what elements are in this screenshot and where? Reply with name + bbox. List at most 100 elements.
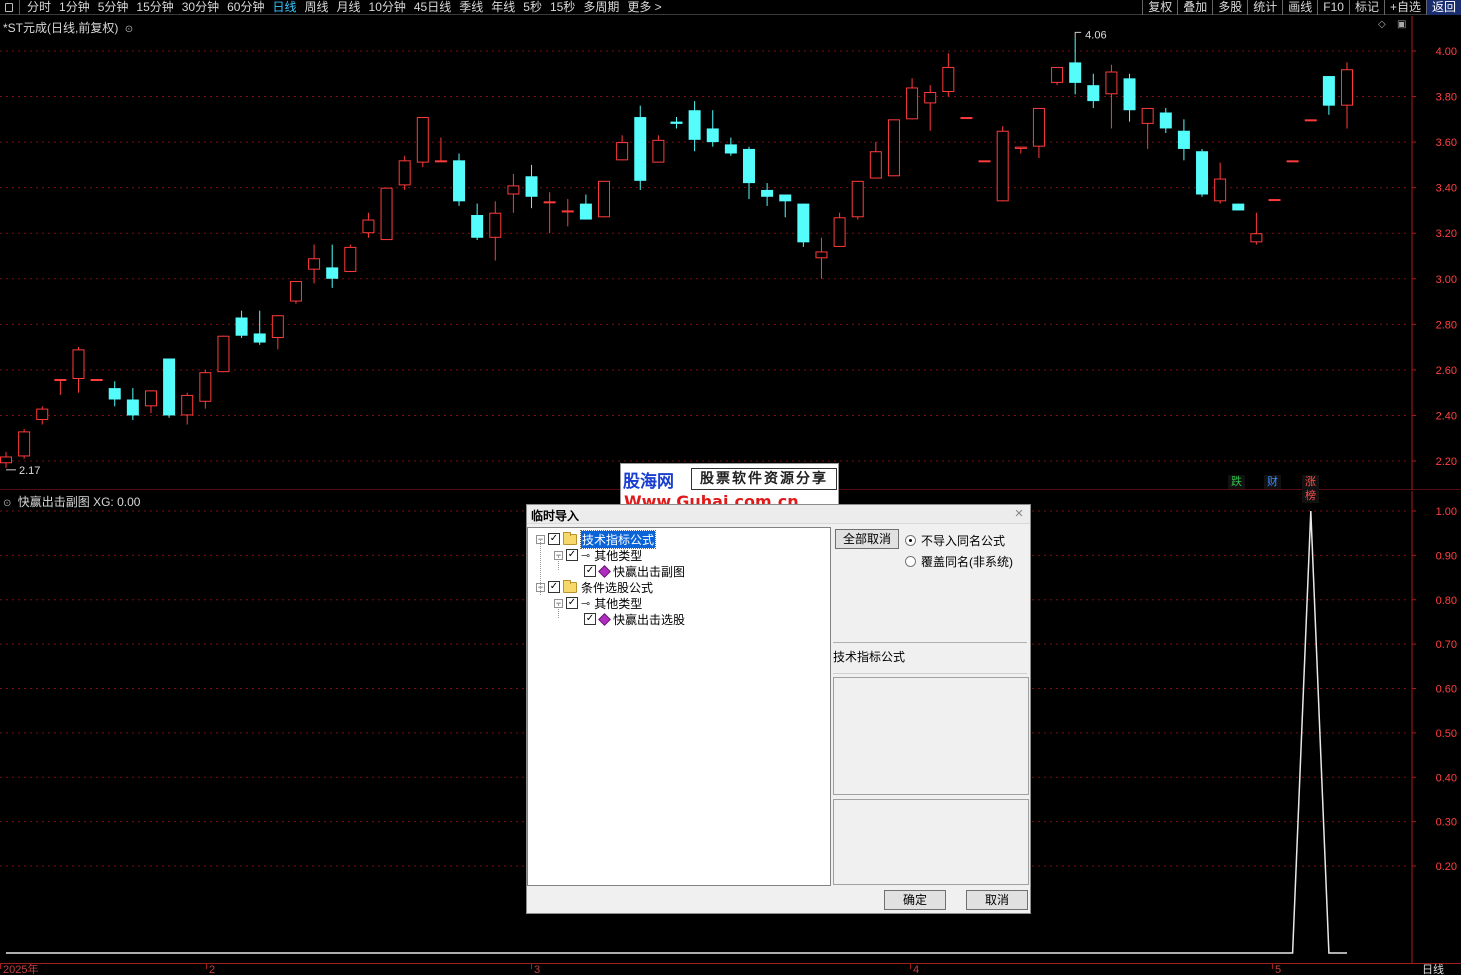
candle [1322, 76, 1335, 115]
candle [670, 117, 683, 129]
candle-body [289, 281, 302, 302]
candle [144, 390, 157, 414]
toolbar-button[interactable]: 返回 [1425, 0, 1461, 15]
dialog-titlebar[interactable]: 临时导入 × [527, 505, 1030, 524]
low-marker-label: 2.17 [19, 465, 40, 477]
badge[interactable]: 财 [1264, 475, 1281, 489]
checkbox[interactable]: ✓ [548, 533, 560, 545]
price-tick-label: 2.60 [1436, 365, 1457, 377]
close-icon[interactable]: × [1011, 506, 1027, 522]
radio-unselected-icon[interactable] [905, 556, 916, 567]
candle [815, 237, 828, 279]
period-tab[interactable]: 分时 [27, 0, 51, 14]
cancel-button[interactable]: 取消 [966, 890, 1028, 910]
candle-body [869, 151, 882, 179]
period-tab[interactable]: 5秒 [523, 0, 542, 14]
period-tab[interactable]: 月线 [337, 0, 361, 14]
tree-node[interactable]: − ✓ 技术指标公式 [536, 529, 657, 549]
toolbar-button[interactable]: 标记 [1348, 0, 1384, 15]
toolbar-button[interactable]: 统计 [1247, 0, 1282, 15]
candle [181, 392, 194, 425]
tree-label: 其他类型 [594, 548, 643, 563]
checkbox[interactable]: ✓ [584, 565, 596, 577]
candle-body [561, 210, 574, 213]
period-tabs: 分时 1分钟 5分钟 15分钟 30分钟 60分钟 日线 周线 月线 10分钟 45日线 季线 年线 5秒… [27, 0, 670, 14]
option-skip-duplicates[interactable]: 不导入同名公式 [905, 532, 1005, 549]
option-overwrite-label: 覆盖同名(非系统) [921, 555, 1013, 569]
period-tab[interactable]: 5分钟 [98, 0, 129, 14]
date-tick [910, 964, 911, 969]
candle-body [1069, 62, 1082, 83]
ok-button[interactable]: 确定 [884, 890, 946, 910]
date-label: 4 [913, 964, 920, 975]
period-tab[interactable]: 1分钟 [59, 0, 90, 14]
period-tab[interactable]: 10分钟 [369, 0, 406, 14]
candle-body [144, 390, 157, 407]
main-chart[interactable]: 2.20 2.40 2.60 2.80 3.00 3.20 3.40 3.60 3.80 4.00… [0, 16, 1461, 490]
candle-body [90, 379, 103, 381]
date-label: 2025年 [3, 964, 39, 975]
candle [1177, 119, 1190, 161]
candle-body [326, 267, 339, 279]
price-tick-label: 3.60 [1436, 137, 1457, 149]
date-tick [531, 964, 532, 969]
candle-body [398, 160, 411, 186]
toolbar-button[interactable]: 复权 [1142, 0, 1177, 15]
period-tab[interactable]: 30分钟 [182, 0, 219, 14]
checkbox[interactable]: ✓ [566, 597, 578, 609]
period-tab[interactable]: 周线 [304, 0, 328, 14]
candle [126, 388, 139, 420]
toolbar-button[interactable]: 多股 [1212, 0, 1247, 15]
toolbar-button[interactable]: 画线 [1282, 0, 1317, 15]
indicator-dropdown-icon[interactable]: ⊙ [3, 498, 11, 509]
candle [54, 379, 67, 395]
period-tab[interactable]: 年线 [491, 0, 515, 14]
period-tab[interactable]: 60分钟 [227, 0, 264, 14]
price-tick-label: 2.80 [1436, 319, 1457, 331]
candle-body [217, 335, 230, 373]
chart-dropdown-icon[interactable]: ⊙ [125, 24, 133, 35]
tree-label: 快赢出击副图 [613, 564, 686, 579]
candle-body [1304, 119, 1317, 122]
candle-body [1032, 107, 1045, 147]
badge[interactable]: 跌 [1228, 475, 1245, 489]
candle-body [634, 117, 647, 181]
candle-body [108, 388, 121, 400]
window-icon[interactable]: ▣ [1397, 19, 1406, 30]
tree-line [558, 556, 559, 570]
tree-node[interactable]: ✓ 快赢出击副图 [572, 563, 685, 579]
period-tab[interactable]: 日线 [272, 0, 296, 14]
diamond-icon[interactable]: ◇ [1378, 19, 1386, 30]
candle-body [960, 117, 973, 120]
price-tick-label: 2.40 [1436, 410, 1457, 422]
period-tab[interactable]: 多周期 [583, 0, 619, 14]
tree-node[interactable]: − ✓ 条件选股公式 [536, 579, 653, 595]
indicator-tick-label: 1.00 [1436, 506, 1457, 518]
period-tab[interactable]: 更多 > [627, 0, 661, 14]
toolbar-button[interactable]: 叠加 [1177, 0, 1212, 15]
tree-node[interactable]: − ✓ ⊸ 其他类型 [554, 547, 642, 563]
period-tab[interactable]: 15分钟 [136, 0, 173, 14]
formula-tree[interactable]: − ✓ 技术指标公式 − ✓ ⊸ 其他类型 ✓ 快赢出击副图 − ✓ 条件选股公式 − ✓ ⊸ 其他类型 ✓ 快赢… [527, 527, 831, 886]
tree-node[interactable]: ✓ 快赢出击选股 [572, 611, 685, 627]
candle-body [1141, 107, 1154, 124]
period-tab[interactable]: 季线 [459, 0, 483, 14]
date-label: 3 [534, 964, 541, 975]
period-tab[interactable]: 45日线 [414, 0, 451, 14]
candle [1250, 212, 1263, 245]
candle [453, 153, 466, 206]
checkbox[interactable]: ✓ [566, 549, 578, 561]
checkbox[interactable]: ✓ [548, 581, 560, 593]
date-tick [0, 964, 1, 969]
deselect-all-button[interactable]: 全部取消 [835, 529, 899, 549]
toolbar-button[interactable]: F10 [1317, 0, 1349, 15]
candle-body [1105, 71, 1118, 95]
candle-body [126, 399, 139, 416]
tree-node[interactable]: − ✓ ⊸ 其他类型 [554, 595, 642, 611]
period-tab[interactable]: 15秒 [550, 0, 575, 14]
radio-selected-icon[interactable] [905, 535, 916, 546]
option-overwrite[interactable]: 覆盖同名(非系统) [905, 553, 1013, 570]
toolbar-button[interactable]: +自选 [1383, 0, 1426, 15]
checkbox[interactable]: ✓ [584, 613, 596, 625]
window-toggle-icon[interactable] [0, 0, 20, 15]
